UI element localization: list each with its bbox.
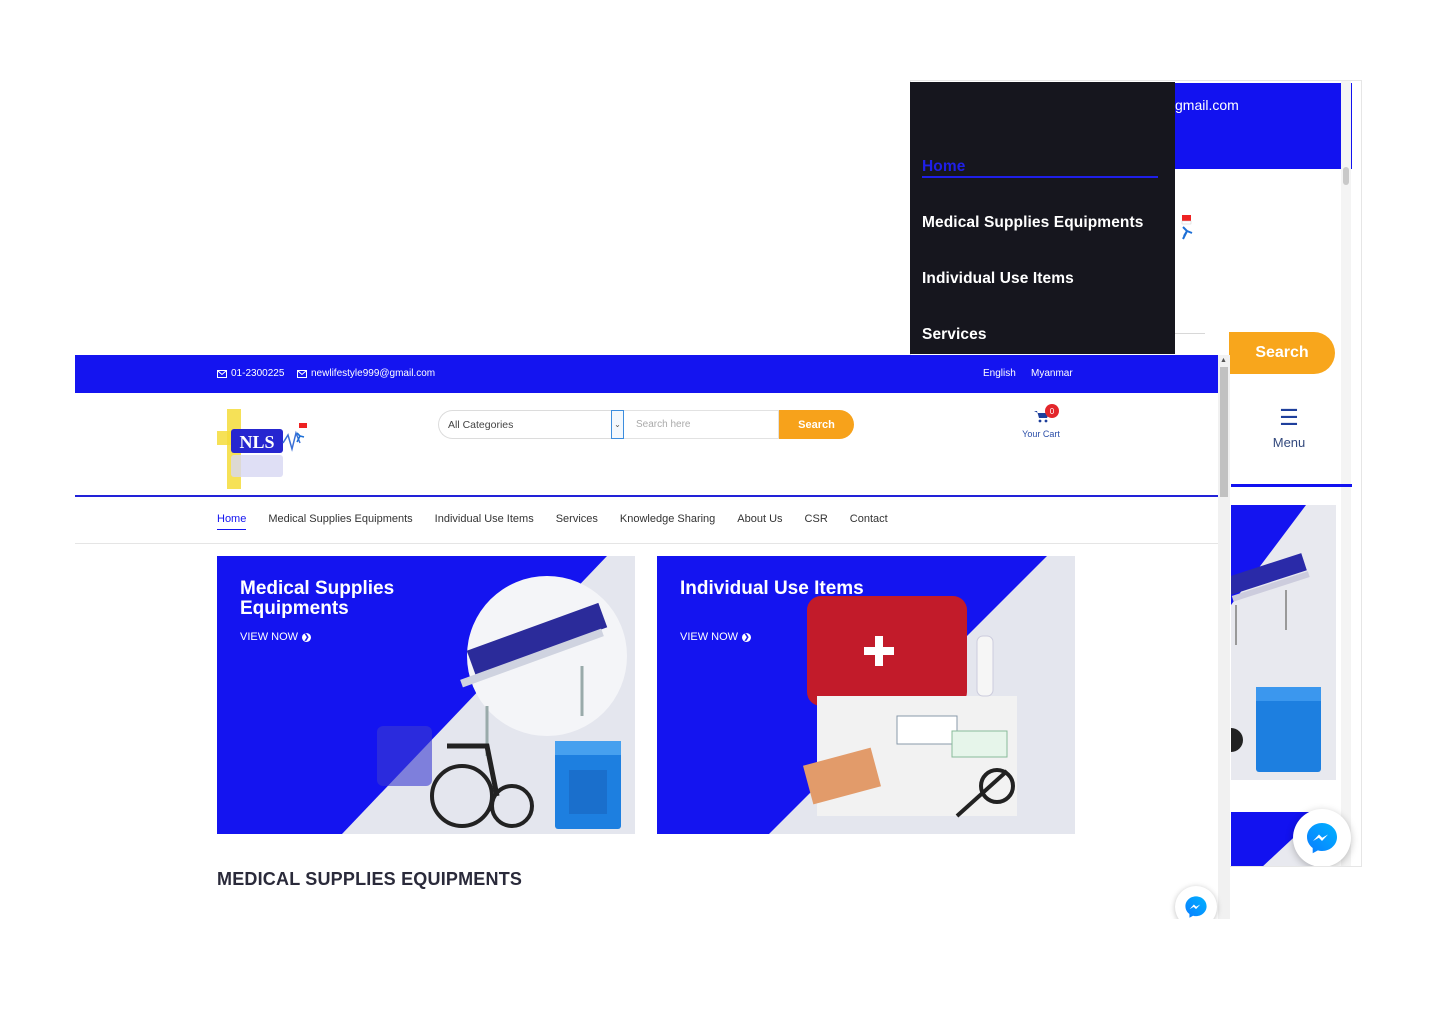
- phone-contact[interactable]: 01-2300225: [217, 368, 284, 379]
- drawer-item-individual-use[interactable]: Individual Use Items: [922, 270, 1074, 288]
- banner-individual-title: Individual Use Items: [680, 578, 864, 599]
- cart-label: Your Cart: [1022, 429, 1060, 439]
- desktop-scroll-thumb[interactable]: [1220, 367, 1228, 497]
- view-now-label: VIEW NOW: [240, 631, 299, 643]
- desktop-scrollbar[interactable]: ▲: [1218, 355, 1230, 919]
- nav-csr[interactable]: CSR: [805, 513, 828, 530]
- section-title: MEDICAL SUPPLIES EQUIPMENTS: [217, 869, 523, 889]
- drawer-item-medical-supplies[interactable]: Medical Supplies Equipments: [922, 214, 1143, 232]
- phone-text: 01-2300225: [231, 368, 285, 379]
- mobile-messenger-button[interactable]: [1293, 809, 1351, 866]
- mobile-menu-label: Menu: [1272, 435, 1306, 450]
- banner-individual-use[interactable]: Individual Use Items VIEW NOW ❯: [657, 556, 1075, 834]
- banner-medical-supplies[interactable]: Medical Supplies Equipments VIEW NOW ❯: [217, 556, 635, 834]
- mobile-menu-button[interactable]: ☰ Menu: [1241, 405, 1337, 451]
- messenger-icon: [1185, 896, 1207, 918]
- arrow-circle-right-icon: ❯: [302, 632, 312, 642]
- nav-individual-use[interactable]: Individual Use Items: [435, 513, 534, 530]
- logo-runner-icon: [1181, 215, 1193, 240]
- messenger-icon: [1307, 823, 1337, 854]
- drawer-active-underline: [922, 176, 1158, 178]
- lang-myanmar[interactable]: Myanmar: [1031, 368, 1073, 379]
- search-button[interactable]: Search: [779, 410, 854, 439]
- nav-medical-supplies[interactable]: Medical Supplies Equipments: [268, 513, 412, 530]
- mobile-banner-image[interactable]: [1231, 505, 1336, 780]
- mobile-email-text: gmail.com: [1175, 97, 1239, 113]
- drawer-item-home[interactable]: Home: [922, 158, 965, 176]
- nav-contact[interactable]: Contact: [850, 513, 888, 530]
- top-contact-bar: 01-2300225 newlifestyle999@gmail.com Eng…: [75, 355, 1218, 393]
- mobile-header-divider: [1231, 484, 1352, 487]
- lang-english[interactable]: English: [983, 368, 1016, 379]
- nav-knowledge-sharing[interactable]: Knowledge Sharing: [620, 513, 715, 530]
- cart-icon: [1013, 410, 1069, 426]
- desktop-preview: 01-2300225 newlifestyle999@gmail.com Eng…: [75, 355, 1230, 919]
- mobile-search-button[interactable]: Search: [1229, 332, 1335, 374]
- scroll-up-arrow-icon[interactable]: ▲: [1220, 357, 1227, 364]
- nav-home[interactable]: Home: [217, 513, 247, 530]
- main-nav: Home Medical Supplies Equipments Individ…: [217, 513, 910, 530]
- drawer-item-services[interactable]: Services: [922, 326, 987, 344]
- email-text: newlifestyle999@gmail.com: [311, 368, 436, 379]
- nav-about-us[interactable]: About Us: [737, 513, 782, 530]
- chevron-down-icon[interactable]: ⌄: [611, 410, 624, 439]
- cart-link[interactable]: 0 Your Cart: [1013, 404, 1069, 439]
- messenger-chat-button[interactable]: [1175, 886, 1217, 919]
- email-contact[interactable]: newlifestyle999@gmail.com: [297, 368, 435, 379]
- site-logo[interactable]: NLS: [217, 407, 309, 493]
- cart-count-badge: 0: [1045, 404, 1059, 418]
- logo-text: NLS: [239, 432, 274, 452]
- nav-divider: [75, 543, 1218, 544]
- envelope-icon: [217, 369, 227, 378]
- header-divider: [75, 495, 1218, 497]
- mobile-nav-drawer: Home Medical Supplies Equipments Individ…: [910, 82, 1175, 354]
- banner-individual-view-now[interactable]: VIEW NOW ❯: [680, 631, 752, 643]
- envelope-icon: [297, 369, 307, 378]
- view-now-label: VIEW NOW: [680, 631, 739, 643]
- mobile-scrollbar[interactable]: [1341, 81, 1351, 866]
- arrow-circle-right-icon: ❯: [742, 632, 752, 642]
- category-select[interactable]: All Categories: [438, 410, 624, 439]
- hamburger-icon: ☰: [1279, 405, 1299, 430]
- search-input[interactable]: Search here: [624, 410, 779, 439]
- mobile-scroll-thumb[interactable]: [1343, 167, 1349, 185]
- banner-medical-view-now[interactable]: VIEW NOW ❯: [240, 631, 312, 643]
- banner-medical-title: Medical Supplies Equipments: [240, 578, 395, 619]
- nav-services[interactable]: Services: [556, 513, 598, 530]
